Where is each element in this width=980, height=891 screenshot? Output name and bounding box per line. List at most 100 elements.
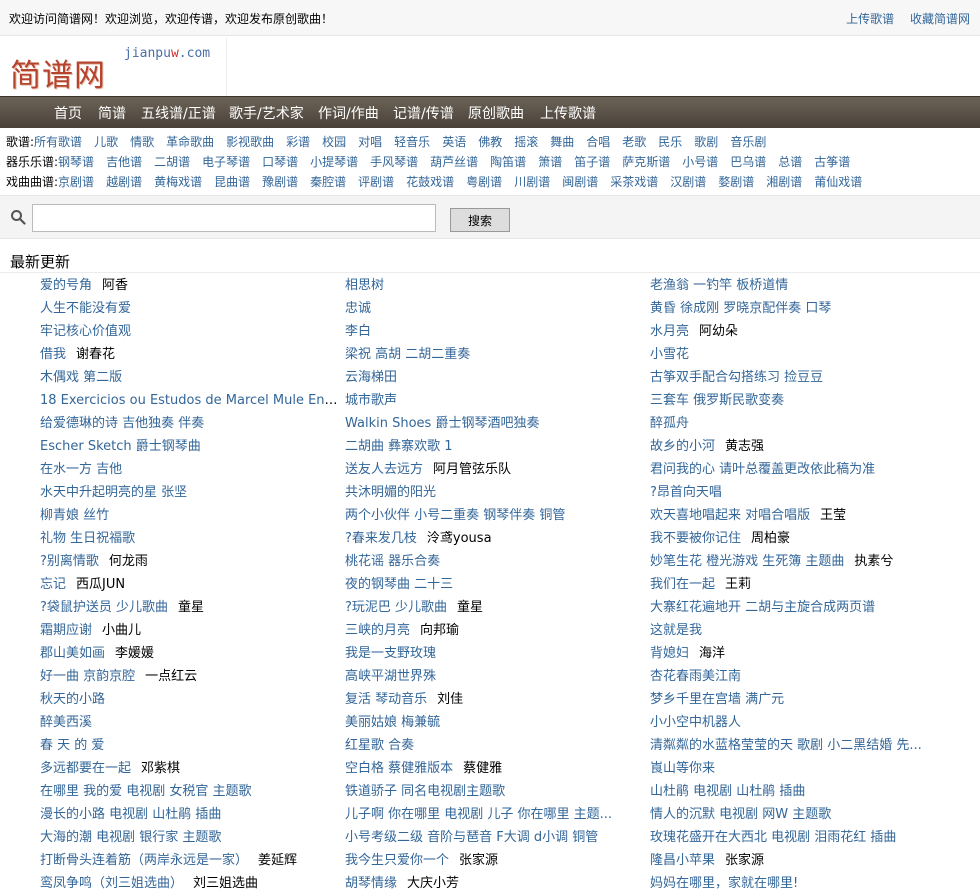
song-title-link[interactable]: 大寨红花遍地开 二胡与主旋合成两页谱: [650, 600, 875, 615]
song-title-link[interactable]: 二胡曲 彝寨欢歌 1: [345, 439, 453, 454]
category-link[interactable]: 口琴谱: [262, 155, 298, 169]
song-title-link[interactable]: 情人的沉默 电视剧 网W 主题歌: [650, 807, 831, 822]
song-title-link[interactable]: 梦乡千里在宫墙 满广元: [650, 692, 784, 707]
song-title-link[interactable]: 漫长的小路 电视剧 山杜鹃 插曲: [40, 807, 221, 822]
category-link[interactable]: 湘剧谱: [766, 175, 802, 189]
song-title-link[interactable]: 水天中升起明亮的星 张坚: [40, 485, 187, 500]
category-link[interactable]: 小号谱: [682, 155, 718, 169]
song-title-link[interactable]: 忠诚: [345, 301, 371, 316]
category-link[interactable]: 闽剧谱: [562, 175, 598, 189]
song-title-link[interactable]: 醉孤舟: [650, 416, 689, 431]
song-title-link[interactable]: 玫瑰花盛开在大西北 电视剧 泪雨花红 插曲: [650, 830, 896, 845]
song-title-link[interactable]: 三峡的月亮: [345, 623, 410, 638]
song-title-link[interactable]: 水月亮: [650, 324, 689, 339]
song-title-link[interactable]: 在水一方 吉他: [40, 462, 122, 477]
song-title-link[interactable]: ?别离情歌: [40, 554, 99, 569]
nav-upload[interactable]: 上传歌谱: [540, 103, 596, 123]
song-title-link[interactable]: 空白格 蔡健雅版本: [345, 761, 453, 776]
song-title-link[interactable]: 我今生只爱你一个: [345, 853, 449, 868]
category-link[interactable]: 巴乌谱: [730, 155, 766, 169]
category-link[interactable]: 吉他谱: [106, 155, 142, 169]
bookmark-site-link[interactable]: 收藏简谱网: [910, 12, 970, 26]
category-link[interactable]: 英语: [442, 135, 466, 149]
category-link[interactable]: 葫芦丝谱: [430, 155, 478, 169]
song-title-link[interactable]: 铁道骄子 同名电视剧主题歌: [345, 784, 505, 799]
song-title-link[interactable]: Walkin Shoes 爵士钢琴酒吧独奏: [345, 416, 539, 431]
song-title-link[interactable]: 鸾凤争鸣（刘三姐选曲）: [40, 876, 183, 891]
search-input[interactable]: [32, 204, 436, 232]
song-title-link[interactable]: 桃花谣 器乐合奏: [345, 554, 440, 569]
song-title-link[interactable]: 故乡的小河: [650, 439, 715, 454]
nav-jianpu[interactable]: 简谱: [98, 103, 126, 123]
category-link[interactable]: 古筝谱: [814, 155, 850, 169]
category-link[interactable]: 笛子谱: [574, 155, 610, 169]
category-link[interactable]: 陶笛谱: [490, 155, 526, 169]
category-link[interactable]: 箫谱: [538, 155, 562, 169]
category-link[interactable]: 手风琴谱: [370, 155, 418, 169]
category-link[interactable]: 彩谱: [286, 135, 310, 149]
category-link[interactable]: 采茶戏谱: [610, 175, 658, 189]
song-title-link[interactable]: 木偶戏 第二版: [40, 370, 122, 385]
category-link[interactable]: 评剧谱: [358, 175, 394, 189]
song-title-link[interactable]: 秋天的小路: [40, 692, 105, 707]
category-link[interactable]: 摇滚: [514, 135, 538, 149]
song-title-link[interactable]: 三套车 俄罗斯民歌变奏: [650, 393, 784, 408]
category-link[interactable]: 豫剧谱: [262, 175, 298, 189]
song-title-link[interactable]: 胡琴情缘: [345, 876, 397, 891]
category-link[interactable]: 舞曲: [550, 135, 574, 149]
song-title-link[interactable]: 我不要被你记住: [650, 531, 741, 546]
song-title-link[interactable]: 李白: [345, 324, 371, 339]
category-link[interactable]: 歌剧: [694, 135, 718, 149]
song-title-link[interactable]: 相思树: [345, 278, 384, 293]
song-title-link[interactable]: 古筝双手配合勾搭练习 捡豆豆: [650, 370, 823, 385]
song-title-link[interactable]: 我是一支野玫瑰: [345, 646, 436, 661]
category-link[interactable]: 二胡谱: [154, 155, 190, 169]
song-title-link[interactable]: 好一曲 京韵京腔: [40, 669, 135, 684]
song-title-link[interactable]: 爱的号角: [40, 278, 92, 293]
category-link[interactable]: 秦腔谱: [310, 175, 346, 189]
song-title-link[interactable]: 妈妈在哪里，家就在哪里!: [650, 876, 798, 891]
song-title-link[interactable]: 忘记: [40, 577, 66, 592]
category-link[interactable]: 粤剧谱: [466, 175, 502, 189]
category-link[interactable]: 音乐剧: [730, 135, 766, 149]
song-title-link[interactable]: Escher Sketch 爵士钢琴曲: [40, 439, 201, 454]
song-title-link[interactable]: 郡山美如画: [40, 646, 105, 661]
song-title-link[interactable]: 高峡平湖世界殊: [345, 669, 436, 684]
category-link[interactable]: 花鼓戏谱: [406, 175, 454, 189]
category-link[interactable]: 黄梅戏谱: [154, 175, 202, 189]
category-link[interactable]: 电子琴谱: [202, 155, 250, 169]
song-title-link[interactable]: 云海梯田: [345, 370, 397, 385]
category-link[interactable]: 京剧谱: [58, 175, 94, 189]
category-link[interactable]: 情歌: [130, 135, 154, 149]
song-title-link[interactable]: 牢记核心价值观: [40, 324, 131, 339]
search-button[interactable]: 搜索: [450, 208, 510, 232]
category-link[interactable]: 佛教: [478, 135, 502, 149]
song-title-link[interactable]: 杏花春雨美江南: [650, 669, 741, 684]
song-title-link[interactable]: 妙笔生花 橙光游戏 生死簿 主题曲: [650, 554, 844, 569]
category-link[interactable]: 老歌: [622, 135, 646, 149]
song-title-link[interactable]: 打断骨头连着筋（两岸永远是一家）: [40, 853, 248, 868]
category-link[interactable]: 校园: [322, 135, 346, 149]
song-title-link[interactable]: 霜期应谢: [40, 623, 92, 638]
song-title-link[interactable]: 送友人去远方: [345, 462, 423, 477]
song-title-link[interactable]: 醉美西溪: [40, 715, 92, 730]
category-link[interactable]: 婺剧谱: [718, 175, 754, 189]
nav-composers[interactable]: 作词/作曲: [318, 103, 379, 123]
song-title-link[interactable]: 人生不能没有爱: [40, 301, 131, 316]
song-title-link[interactable]: 城市歌声: [345, 393, 397, 408]
song-title-link[interactable]: 小雪花: [650, 347, 689, 362]
song-title-link[interactable]: 欢天喜地唱起来 对唱合唱版: [650, 508, 810, 523]
song-title-link[interactable]: 崀山等你来: [650, 761, 715, 776]
song-title-link[interactable]: 春 天 的 爱: [40, 738, 104, 753]
song-title-link[interactable]: 在哪里 我的爱 电视剧 女税官 主题歌: [40, 784, 252, 799]
song-title-link[interactable]: 山杜鹃 电视剧 山杜鹃 插曲: [650, 784, 805, 799]
category-link[interactable]: 影视歌曲: [226, 135, 274, 149]
category-link[interactable]: 所有歌谱: [34, 135, 82, 149]
song-title-link[interactable]: 给爱德琳的诗 吉他独奏 伴奏: [40, 416, 204, 431]
song-title-link[interactable]: ?袋鼠护送员 少儿歌曲: [40, 600, 168, 615]
song-title-link[interactable]: 隆昌小苹果: [650, 853, 715, 868]
category-link[interactable]: 革命歌曲: [166, 135, 214, 149]
category-link[interactable]: 轻音乐: [394, 135, 430, 149]
nav-staff[interactable]: 五线谱/正谱: [141, 103, 216, 123]
song-title-link[interactable]: 黄昏 徐成刚 罗晓京配伴奏 口琴: [650, 301, 831, 316]
